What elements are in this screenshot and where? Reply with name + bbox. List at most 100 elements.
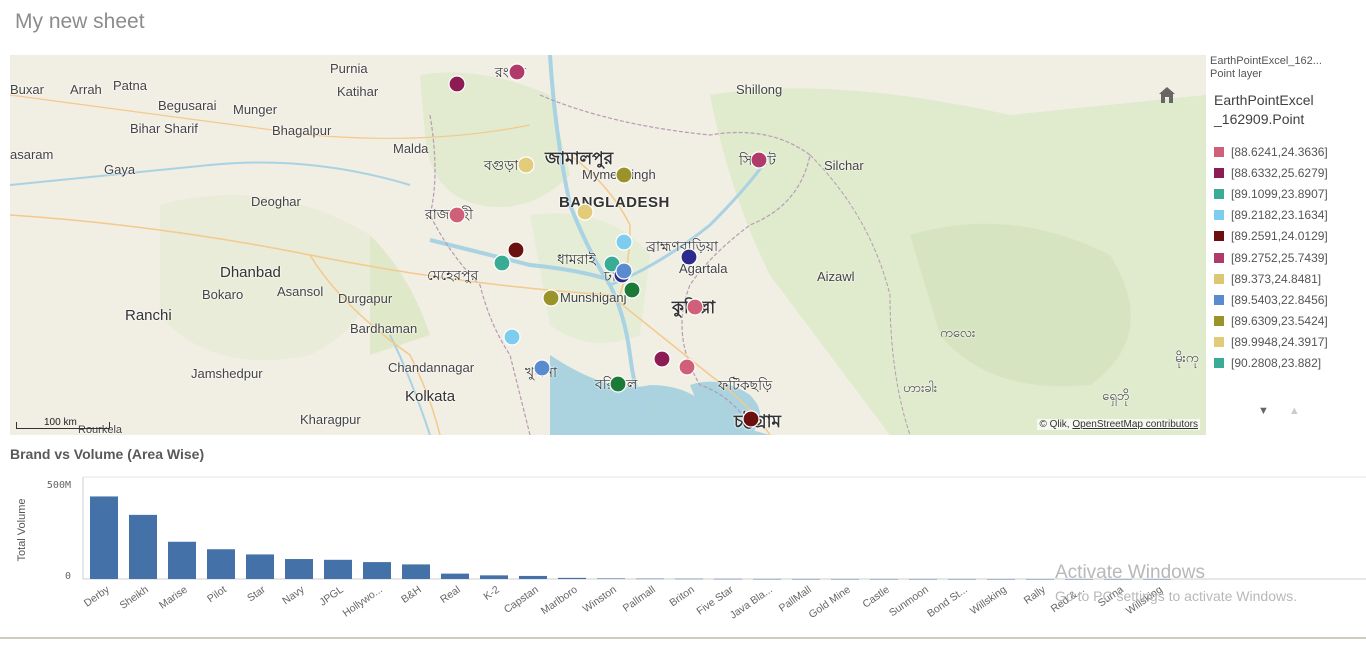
legend-item[interactable]: [89.5403,22.8456] <box>1210 289 1360 310</box>
bar[interactable] <box>909 578 937 580</box>
bar[interactable] <box>1143 578 1171 580</box>
legend-item[interactable]: [89.2182,23.1634] <box>1210 205 1360 226</box>
map-legend: EarthPointExcel_162... Point layer Earth… <box>1210 55 1360 390</box>
bar[interactable] <box>129 514 157 579</box>
legend-item[interactable]: [89.2591,24.0129] <box>1210 226 1360 247</box>
bar[interactable] <box>831 578 859 580</box>
legend-label: [89.2591,24.0129] <box>1231 229 1328 244</box>
bar[interactable] <box>870 578 898 580</box>
x-tick-label: Willsking <box>968 584 1009 618</box>
legend-swatch <box>1214 167 1224 178</box>
map-point[interactable] <box>750 151 768 169</box>
legend-label: [89.5403,22.8456] <box>1231 292 1328 307</box>
legend-label: [89.6309,23.5424] <box>1231 314 1328 329</box>
legend-item[interactable]: [89.6309,23.5424] <box>1210 311 1360 332</box>
x-tick-label: Red &... <box>1049 584 1087 616</box>
legend-swatch <box>1214 210 1224 221</box>
map-point[interactable] <box>448 206 466 224</box>
legend-scroll-up-icon[interactable]: ▲ <box>1289 405 1300 417</box>
map-point[interactable] <box>742 410 760 428</box>
map-point[interactable] <box>448 75 466 93</box>
bar[interactable] <box>90 496 118 579</box>
legend-title: EarthPointExcel _162909.Point <box>1210 91 1360 129</box>
map-point[interactable] <box>615 262 633 280</box>
legend-item[interactable]: [89.9948,24.3917] <box>1210 332 1360 353</box>
x-tick-label: Star <box>245 583 268 604</box>
map-point[interactable] <box>678 358 696 376</box>
bar[interactable] <box>558 577 586 579</box>
attribution-prefix: © Qlik, <box>1039 419 1073 430</box>
legend-label: [89.2182,23.1634] <box>1231 208 1328 223</box>
legend-label: [88.6332,25.6279] <box>1231 165 1328 180</box>
bar[interactable] <box>363 562 391 579</box>
bar[interactable] <box>1026 578 1054 580</box>
map-point[interactable] <box>493 254 511 272</box>
bar-chart: 500M 0 Total Volume Derby Sheikh Marise Pilot S… <box>0 470 1366 641</box>
bar[interactable] <box>1104 578 1132 580</box>
y-tick-label: 500M <box>47 480 71 491</box>
map-point[interactable] <box>503 328 521 346</box>
legend-swatch <box>1214 146 1224 157</box>
x-tick-label: Pallmall <box>621 584 658 615</box>
map-point[interactable] <box>507 241 525 259</box>
legend-item[interactable]: [89.373,24.8481] <box>1210 268 1360 289</box>
bar[interactable] <box>792 578 820 580</box>
map-point[interactable] <box>508 63 526 81</box>
legend-item[interactable]: [89.1099,23.8907] <box>1210 183 1360 204</box>
legend-title-line1: EarthPointExcel <box>1214 92 1314 108</box>
bottom-divider <box>0 637 1366 639</box>
map-point[interactable] <box>680 248 698 266</box>
bar[interactable] <box>285 559 313 579</box>
legend-item[interactable]: [88.6332,25.6279] <box>1210 162 1360 183</box>
bar[interactable] <box>987 578 1015 580</box>
legend-item[interactable]: [89.2752,25.7439] <box>1210 247 1360 268</box>
bar[interactable] <box>441 573 469 579</box>
y-tick-label: 0 <box>65 571 71 582</box>
bar[interactable] <box>636 578 664 580</box>
legend-swatch <box>1214 252 1224 263</box>
bar-chart-canvas: 500M 0 Total Volume Derby Sheikh Marise Pilot S… <box>16 476 1366 622</box>
bar[interactable] <box>519 575 547 579</box>
map-point[interactable] <box>609 375 627 393</box>
map-point[interactable] <box>686 298 704 316</box>
bar[interactable] <box>246 554 274 579</box>
bar[interactable] <box>324 559 352 579</box>
x-tick-label: Hollywo... <box>341 584 385 620</box>
chart-title: Brand vs Volume (Area Wise) <box>10 446 205 462</box>
map-point[interactable] <box>542 289 560 307</box>
legend-swatch <box>1214 188 1224 199</box>
map-points-layer <box>448 63 768 428</box>
bar[interactable] <box>480 575 508 579</box>
home-icon[interactable] <box>1157 85 1177 105</box>
legend-scroll-down-icon[interactable]: ▼ <box>1258 405 1269 417</box>
map-point[interactable] <box>533 359 551 377</box>
bar[interactable] <box>675 578 703 580</box>
x-tick-label: K-2 <box>481 584 501 603</box>
x-tick-label: Real <box>438 584 463 606</box>
attribution-link[interactable]: OpenStreetMap contributors <box>1072 419 1198 430</box>
sheet-title: My new sheet <box>15 10 145 33</box>
bar[interactable] <box>948 578 976 580</box>
map-viewport[interactable]: Buxar Arrah Patna Purnia Katihar Begusar… <box>10 55 1206 435</box>
map-point[interactable] <box>653 350 671 368</box>
legend-title-line2: _162909.Point <box>1214 111 1305 127</box>
x-tick-label: Surna <box>1096 584 1126 610</box>
bar[interactable] <box>714 578 742 580</box>
legend-item[interactable]: [88.6241,24.3636] <box>1210 141 1360 162</box>
map-point[interactable] <box>517 156 535 174</box>
bar[interactable] <box>597 578 625 579</box>
map-point[interactable] <box>576 203 594 221</box>
bar[interactable] <box>168 541 196 579</box>
bar[interactable] <box>753 578 781 580</box>
map-point[interactable] <box>615 233 633 251</box>
bar[interactable] <box>402 564 430 579</box>
bar[interactable] <box>1065 578 1093 580</box>
x-tick-label: Marlboro <box>539 584 580 618</box>
legend-label: [89.9948,24.3917] <box>1231 335 1328 350</box>
x-tick-label: Pilot <box>205 584 229 606</box>
legend-item[interactable]: [90.2808,23.882] <box>1210 353 1360 374</box>
x-tick-label: Marise <box>157 584 190 612</box>
map-point[interactable] <box>623 281 641 299</box>
bar[interactable] <box>207 549 235 579</box>
map-point[interactable] <box>615 166 633 184</box>
